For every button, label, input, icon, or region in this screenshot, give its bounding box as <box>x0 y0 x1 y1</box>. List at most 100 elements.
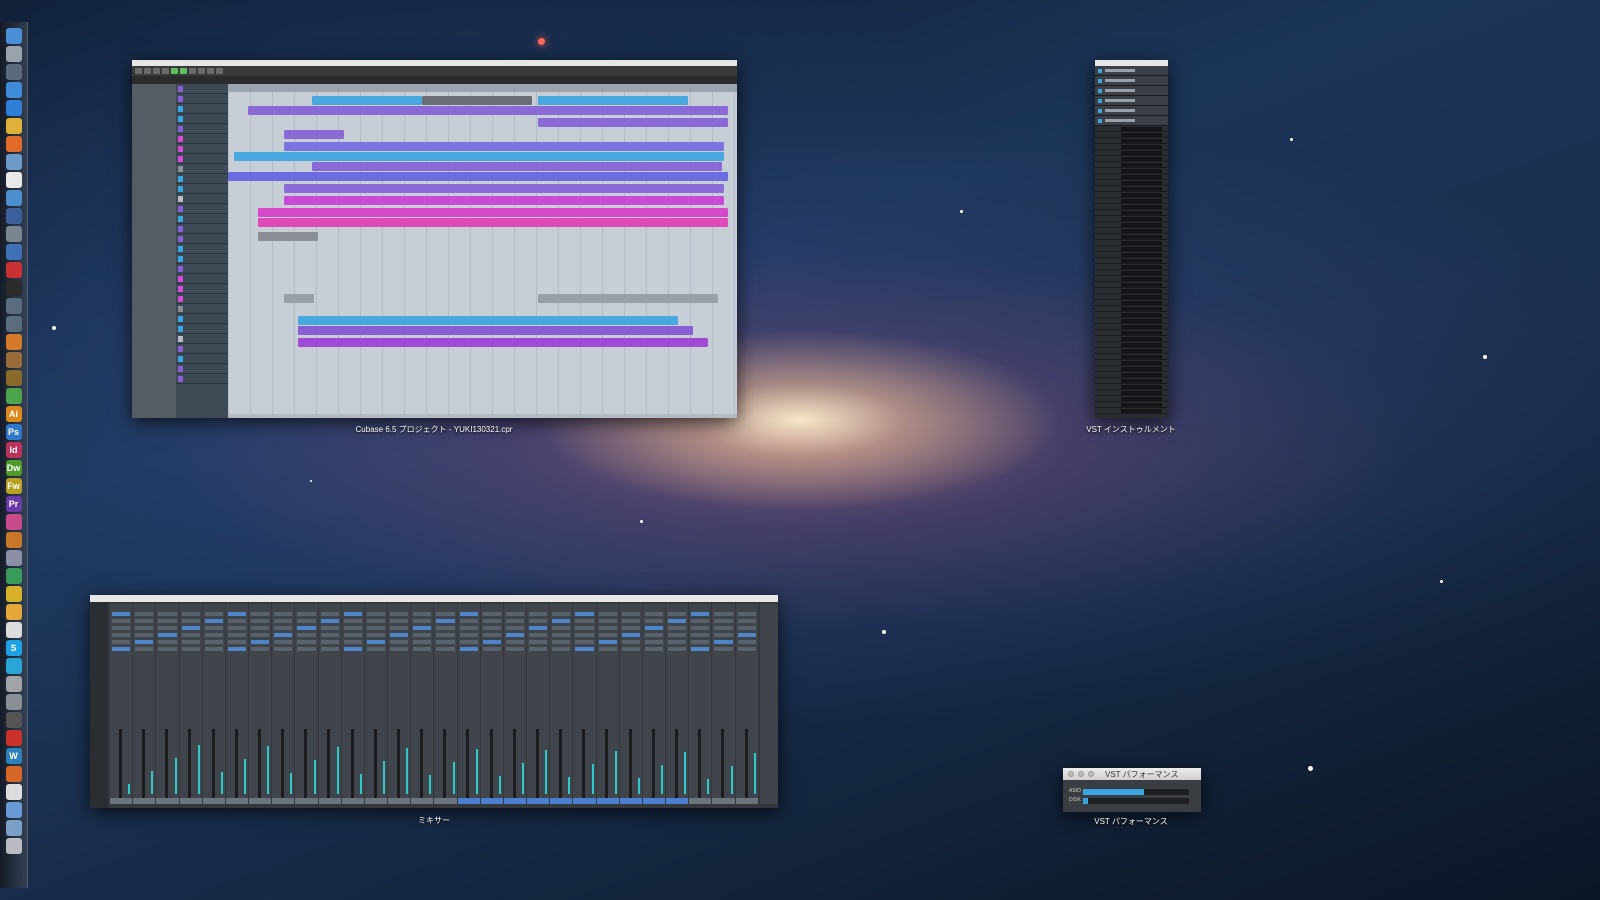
channel-fader[interactable] <box>512 729 516 799</box>
printer-icon[interactable] <box>5 676 22 692</box>
channel-strip[interactable] <box>249 604 272 804</box>
insert-slot[interactable] <box>668 626 687 630</box>
event-part[interactable] <box>538 96 688 105</box>
channel-fader[interactable] <box>234 729 238 799</box>
track-row[interactable] <box>176 274 228 284</box>
insert-slot[interactable] <box>737 647 756 651</box>
toolbar-button[interactable] <box>135 68 142 74</box>
master-channel[interactable] <box>760 604 778 804</box>
track-row[interactable] <box>176 204 228 214</box>
insert-slot[interactable] <box>436 633 455 637</box>
channel-fader[interactable] <box>698 729 702 799</box>
insert-slot[interactable] <box>366 626 386 630</box>
trash-icon[interactable] <box>5 838 22 854</box>
safari-icon[interactable] <box>5 82 22 98</box>
timeline-ruler[interactable] <box>228 84 737 92</box>
insert-slot[interactable] <box>482 626 501 630</box>
empty-instrument-slot[interactable] <box>1095 408 1168 414</box>
insert-slot[interactable] <box>644 619 664 623</box>
channel-fader[interactable] <box>674 729 678 799</box>
insert-slot[interactable] <box>112 647 131 651</box>
insert-slot[interactable] <box>343 612 362 616</box>
insert-slot[interactable] <box>227 647 247 651</box>
insert-slot[interactable] <box>644 633 664 637</box>
documents-folder-icon[interactable] <box>5 802 22 818</box>
channel-strip[interactable] <box>689 604 712 804</box>
insert-slot[interactable] <box>436 640 455 644</box>
record-icon[interactable] <box>5 730 22 746</box>
insert-slot[interactable] <box>390 626 409 630</box>
insert-slot[interactable] <box>621 619 640 623</box>
insert-slot[interactable] <box>459 626 478 630</box>
channel-strip[interactable] <box>110 604 133 804</box>
insert-slot[interactable] <box>274 633 293 637</box>
instrument-slot[interactable] <box>1095 66 1168 76</box>
toolbar-button[interactable] <box>153 68 160 74</box>
track-row[interactable] <box>176 194 228 204</box>
toolbar-button[interactable] <box>189 68 196 74</box>
vst-performance-window[interactable]: VST パフォーマンス ASIO DISK <box>1063 768 1201 812</box>
channel-fader[interactable] <box>211 729 215 799</box>
channel-strip[interactable] <box>388 604 411 804</box>
brush-icon[interactable] <box>5 550 22 566</box>
instrument-slot[interactable] <box>1095 96 1168 106</box>
toolbar-button[interactable] <box>216 68 223 74</box>
warning-app-icon[interactable] <box>5 784 22 800</box>
channel-strip[interactable] <box>527 604 550 804</box>
channel-fader[interactable] <box>420 729 424 799</box>
slot-active-led[interactable] <box>1098 69 1102 73</box>
event-display[interactable] <box>228 92 737 414</box>
instrument-slot[interactable] <box>1095 76 1168 86</box>
toolbox-icon[interactable] <box>5 532 22 548</box>
toolbar-button[interactable] <box>198 68 205 74</box>
filezilla-icon[interactable] <box>5 262 22 278</box>
insert-slot[interactable] <box>343 626 362 630</box>
insert-slot[interactable] <box>343 619 362 623</box>
insert-slot[interactable] <box>390 633 409 637</box>
chart-app-icon[interactable] <box>5 568 22 584</box>
insert-slot[interactable] <box>575 647 594 651</box>
insert-slot[interactable] <box>251 640 270 644</box>
track-row[interactable] <box>176 214 228 224</box>
image-tool-icon[interactable] <box>5 352 22 368</box>
insert-slot[interactable] <box>297 640 316 644</box>
insert-slot[interactable] <box>227 619 247 623</box>
track-row[interactable] <box>176 314 228 324</box>
insert-slot[interactable] <box>668 640 687 644</box>
channel-name-plate[interactable] <box>527 798 550 804</box>
insert-slot[interactable] <box>668 612 687 616</box>
cubase-icon[interactable] <box>5 298 22 314</box>
inspector-panel[interactable] <box>132 84 176 418</box>
insert-slot[interactable] <box>204 633 223 637</box>
insert-slot[interactable] <box>112 640 131 644</box>
track-row[interactable] <box>176 264 228 274</box>
insert-slot[interactable] <box>714 640 733 644</box>
channel-fader[interactable] <box>582 729 586 799</box>
insert-slot[interactable] <box>459 612 478 616</box>
insert-slot[interactable] <box>691 626 710 630</box>
channel-strip[interactable] <box>202 604 225 804</box>
channel-fader[interactable] <box>628 729 632 799</box>
music-folder-icon[interactable] <box>5 820 22 836</box>
channel-strip[interactable] <box>179 604 202 804</box>
track-row[interactable] <box>176 84 228 94</box>
insert-slot[interactable] <box>181 626 200 630</box>
slot-name-field[interactable] <box>1105 79 1135 82</box>
insert-slot[interactable] <box>505 647 525 651</box>
insert-slot[interactable] <box>598 619 617 623</box>
event-part[interactable] <box>234 152 724 161</box>
insert-slot[interactable] <box>529 647 548 651</box>
project-toolbar[interactable] <box>132 66 737 76</box>
channel-strip[interactable] <box>573 604 596 804</box>
insert-slot[interactable] <box>714 647 733 651</box>
keyboard-icon[interactable] <box>5 622 22 638</box>
insert-slot[interactable] <box>227 633 247 637</box>
insert-slot[interactable] <box>343 633 362 637</box>
insert-slot[interactable] <box>390 619 409 623</box>
channel-name-plate[interactable] <box>411 798 434 804</box>
channel-name-plate[interactable] <box>573 798 596 804</box>
track-list[interactable] <box>176 84 228 418</box>
channel-strips[interactable] <box>110 604 758 804</box>
insert-slot[interactable] <box>529 640 548 644</box>
channel-strip[interactable] <box>619 604 642 804</box>
